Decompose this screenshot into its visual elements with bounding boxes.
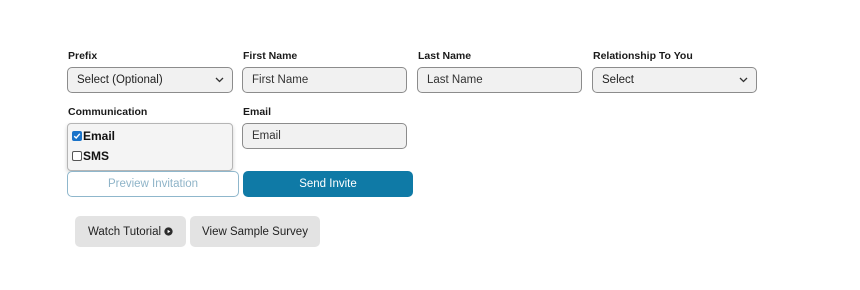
checkbox-checked-icon[interactable] (72, 131, 82, 141)
relationship-select-value: Select (602, 74, 634, 86)
first-name-input[interactable] (242, 67, 407, 93)
prefix-select[interactable]: Select (Optional) (67, 67, 233, 93)
play-circle-icon (164, 227, 173, 236)
send-invite-label: Send Invite (299, 178, 357, 190)
send-invite-button[interactable]: Send Invite (243, 171, 413, 197)
view-sample-survey-label: View Sample Survey (202, 225, 308, 238)
preview-invitation-button[interactable]: Preview Invitation (67, 171, 239, 197)
watch-tutorial-button[interactable]: Watch Tutorial (75, 216, 186, 247)
communication-option-sms[interactable]: SMS (72, 149, 109, 163)
chevron-down-icon (739, 77, 748, 83)
communication-listbox[interactable]: Email SMS (67, 123, 233, 171)
communication-option-email[interactable]: Email (72, 129, 115, 143)
preview-invitation-label: Preview Invitation (107, 178, 199, 190)
checkbox-unchecked-icon[interactable] (72, 151, 82, 161)
prefix-select-value: Select (Optional) (77, 74, 163, 86)
chevron-down-icon (215, 77, 224, 83)
relationship-select[interactable]: Select (592, 67, 757, 93)
communication-option-label: Email (83, 129, 116, 143)
communication-label: Communication (68, 106, 148, 118)
last-name-input[interactable] (417, 67, 582, 93)
prefix-label: Prefix (68, 50, 98, 62)
first-name-label: First Name (243, 50, 298, 62)
email-label: Email (243, 106, 272, 118)
last-name-label: Last Name (418, 50, 472, 62)
view-sample-survey-button[interactable]: View Sample Survey (190, 216, 320, 247)
email-input[interactable] (242, 123, 407, 149)
communication-option-label: SMS (83, 149, 110, 163)
relationship-label: Relationship To You (593, 50, 693, 62)
watch-tutorial-label: Watch Tutorial (87, 225, 162, 238)
